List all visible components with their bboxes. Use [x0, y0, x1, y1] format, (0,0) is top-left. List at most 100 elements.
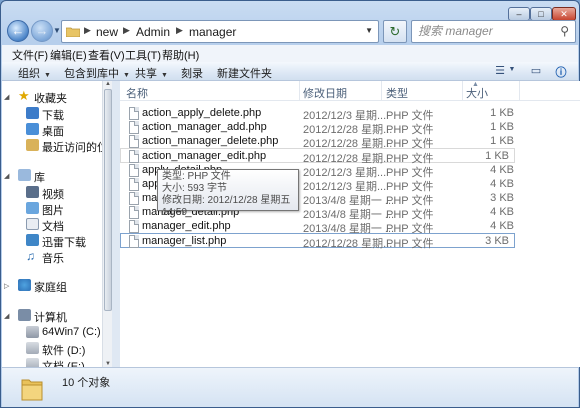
scroll-up-icon[interactable]: ▲	[104, 81, 112, 87]
column-date[interactable]: 修改日期	[303, 85, 347, 101]
column-type[interactable]: 类型	[386, 85, 408, 101]
drive-icon	[26, 358, 39, 367]
recent-places-icon	[26, 139, 39, 151]
php-file-icon	[129, 178, 139, 191]
downloads-folder-icon	[26, 107, 39, 119]
expand-arrow-icon[interactable]: ◢	[4, 93, 10, 101]
nav-label: 家庭组	[34, 282, 67, 294]
php-file-icon	[129, 164, 139, 177]
menu-tools[interactable]: 工具(T)	[125, 47, 161, 63]
command-toolbar: 组织 ▼ 包含到库中 ▼ 共享 ▼ 刻录 新建文件夹 ☰ ▼ ▭ ⓘ	[2, 62, 578, 81]
pane-splitter[interactable]	[112, 81, 120, 367]
nav-scrollbar[interactable]: ▲ ▼	[102, 81, 112, 367]
table-row[interactable]: action_manager_add.php 2012/12/28 星期... …	[120, 120, 520, 136]
library-icon	[18, 169, 31, 181]
address-bar[interactable]: ▶ new ▶ Admin ▶ manager ▼	[61, 20, 379, 43]
burn-button[interactable]: 刻录	[181, 65, 203, 81]
column-size[interactable]: 大小	[466, 85, 488, 101]
star-icon: ★	[18, 88, 30, 103]
file-name: action_manager_delete.php	[142, 135, 279, 147]
music-icon: ♫	[26, 249, 35, 263]
nav-label: 64Win7 (C:)	[42, 326, 101, 338]
table-row[interactable]: action_manager_edit.php 2012/12/28 星期...…	[120, 148, 515, 165]
file-name: action_manager_edit.php	[142, 150, 267, 162]
file-info-tooltip: 类型: PHP 文件 大小: 593 字节 修改日期: 2012/12/28 星…	[157, 169, 299, 218]
breadcrumb-new[interactable]: new	[96, 25, 118, 39]
php-file-icon	[129, 135, 139, 148]
chevron-down-icon[interactable]: ▼	[507, 66, 517, 80]
tooltip-type: 类型: PHP 文件	[162, 171, 231, 182]
tooltip-size: 大小: 593 字节	[162, 183, 228, 194]
search-icon[interactable]: ⚲	[560, 21, 569, 42]
preview-pane-icon[interactable]: ▭	[527, 64, 545, 78]
file-size: 4 KB	[490, 178, 514, 190]
breadcrumb-separator-icon[interactable]: ▶	[176, 25, 183, 36]
back-button[interactable]: ←	[7, 20, 29, 42]
nav-label: 文档 (E:)	[42, 361, 85, 367]
document-icon	[26, 218, 39, 230]
nav-label: 计算机	[34, 312, 67, 324]
file-size: 1 KB	[490, 121, 514, 133]
menu-view[interactable]: 查看(V)	[88, 47, 125, 63]
column-divider[interactable]	[462, 81, 463, 101]
file-name: action_manager_add.php	[142, 121, 267, 133]
file-list: 名称 修改日期 类型 ▲ 大小 action_apply_delete.php …	[120, 81, 580, 367]
computer-icon	[18, 309, 31, 321]
forward-button[interactable]: →	[31, 20, 53, 42]
share-button[interactable]: 共享 ▼	[135, 65, 168, 81]
table-row[interactable]: manager_edit.php 2013/4/8 星期一 ... PHP 文件…	[120, 219, 520, 235]
folder-icon	[66, 27, 80, 37]
menu-edit[interactable]: 编辑(E)	[50, 47, 87, 63]
refresh-button[interactable]: ↻	[383, 20, 407, 43]
nav-label: 迅雷下载	[42, 237, 86, 249]
column-divider[interactable]	[381, 81, 382, 101]
table-row[interactable]: action_apply_delete.php 2012/12/3 星期... …	[120, 106, 520, 122]
include-library-button[interactable]: 包含到库中 ▼	[64, 65, 130, 81]
help-icon[interactable]: ⓘ	[552, 64, 570, 79]
expand-arrow-icon[interactable]: ◢	[4, 172, 10, 180]
column-divider[interactable]	[299, 81, 300, 101]
search-input[interactable]: 搜索 manager ⚲	[411, 20, 576, 43]
navigation-pane: ◢ ★ 收藏夹 下载 桌面 最近访问的位置 ◢ 库 视频 图片 文档 迅雷下载 …	[2, 81, 112, 367]
drive-icon	[26, 342, 39, 354]
address-dropdown-icon[interactable]: ▼	[365, 26, 373, 35]
recent-pages-dropdown-icon[interactable]: ▼	[53, 26, 61, 35]
thunder-download-icon	[26, 234, 39, 246]
file-name: action_apply_delete.php	[142, 107, 262, 119]
menu-help[interactable]: 帮助(H)	[162, 47, 199, 63]
include-library-label: 包含到库中	[64, 68, 119, 80]
new-folder-button[interactable]: 新建文件夹	[217, 65, 272, 81]
organize-button[interactable]: 组织 ▼	[18, 65, 51, 81]
search-placeholder: 搜索 manager	[418, 24, 493, 38]
folder-icon	[21, 379, 43, 401]
explorer-window: – □ ✕ ← → ▼ ▶ new ▶ Admin ▶ manager ▼ ↻ …	[0, 0, 580, 408]
chevron-down-icon: ▼	[123, 72, 130, 79]
nav-label: 视频	[42, 189, 64, 201]
nav-label: 软件 (D:)	[42, 345, 86, 357]
expand-arrow-icon[interactable]: ◢	[4, 312, 10, 320]
file-size: 1 KB	[490, 135, 514, 147]
chevron-down-icon: ▼	[44, 72, 51, 79]
table-row-selected[interactable]: manager_list.php 2012/12/28 星期... PHP 文件…	[120, 233, 515, 250]
scrollbar-thumb[interactable]	[104, 89, 112, 311]
breadcrumb-separator-icon[interactable]: ▶	[123, 25, 130, 36]
column-name[interactable]: 名称	[126, 85, 148, 101]
column-divider[interactable]	[519, 81, 520, 101]
address-row: ← → ▼ ▶ new ▶ Admin ▶ manager ▼ ↻ 搜索 man…	[5, 19, 576, 45]
file-size: 1 KB	[490, 107, 514, 119]
file-name: manager_list.php	[142, 235, 227, 247]
video-icon	[26, 186, 39, 198]
table-row[interactable]: action_manager_delete.php 2012/12/28 星期.…	[120, 134, 520, 150]
breadcrumb-admin[interactable]: Admin	[136, 25, 170, 39]
file-size: 3 KB	[485, 235, 509, 247]
nav-label: 库	[34, 172, 45, 184]
breadcrumb-separator-icon[interactable]: ▶	[84, 25, 91, 36]
menu-file[interactable]: 文件(F)	[12, 47, 48, 63]
chevron-down-icon: ▼	[161, 72, 168, 79]
expand-arrow-icon[interactable]: ▷	[4, 282, 10, 290]
nav-label: 文档	[42, 221, 64, 233]
php-file-icon	[129, 121, 139, 134]
homegroup-icon	[18, 279, 31, 291]
breadcrumb-manager[interactable]: manager	[189, 25, 236, 39]
file-type: PHP 文件	[386, 238, 434, 250]
